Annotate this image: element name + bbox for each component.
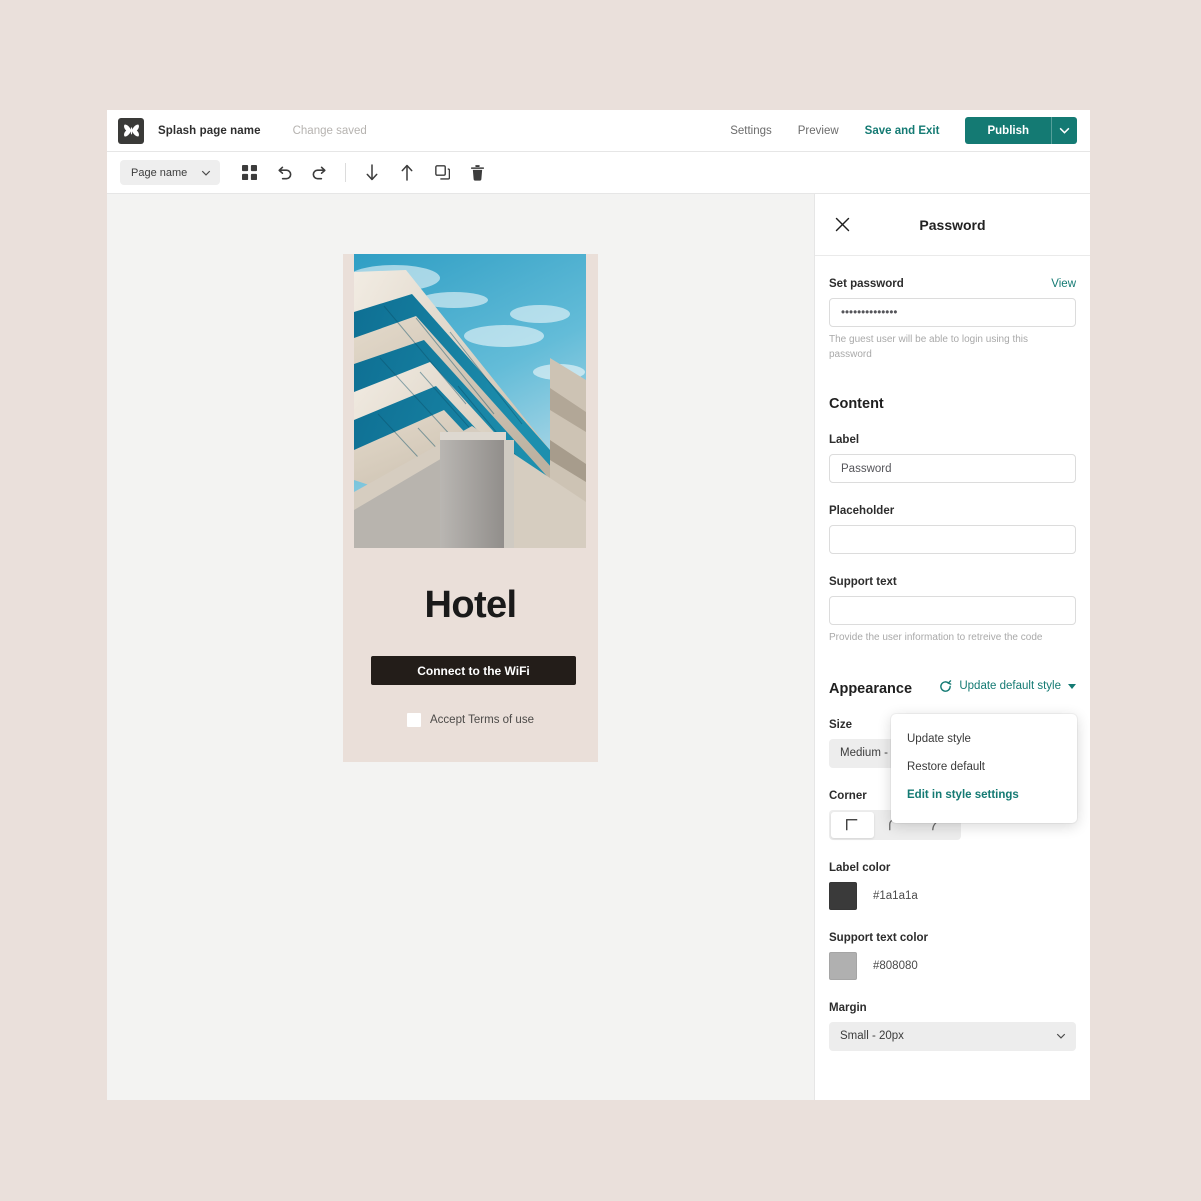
accept-terms-checkbox[interactable] [407, 713, 421, 727]
splash-hero-image[interactable] [354, 254, 586, 548]
appearance-header: Appearance Update default style [829, 679, 1076, 697]
move-up-icon[interactable] [392, 158, 422, 188]
chevron-down-icon [1056, 1033, 1066, 1039]
margin-label: Margin [829, 1001, 867, 1014]
support-text-field-label: Support text [829, 576, 897, 588]
accept-terms-label: Accept Terms of use [430, 714, 534, 726]
label-color-label: Label color [829, 861, 891, 874]
chevron-down-icon [202, 170, 211, 176]
redo-icon[interactable] [304, 158, 334, 188]
settings-link[interactable]: Settings [730, 125, 772, 137]
toolbar-group-edit [234, 158, 334, 188]
content-section-heading: Content [829, 396, 884, 412]
label-color-swatch[interactable] [829, 881, 857, 910]
menu-item-edit-in-style-settings[interactable]: Edit in style settings [891, 781, 1077, 809]
terms-row: Accept Terms of use [343, 713, 598, 727]
panel-title: Password [919, 216, 986, 233]
undo-icon[interactable] [269, 158, 299, 188]
page-name-selector-label: Page name [131, 166, 188, 179]
connect-wifi-button[interactable]: Connect to the WiFi [371, 656, 576, 685]
support-text-field-input[interactable] [829, 596, 1076, 625]
editor-body: Hotel Connect to the WiFi Accept Terms o… [107, 194, 1090, 1100]
update-style-menu: Update style Restore default Edit in sty… [891, 714, 1077, 823]
publish-button[interactable]: Publish [965, 117, 1051, 144]
password-help-text: The guest user will be able to login usi… [829, 334, 1029, 360]
support-text-help: Provide the user information to retreive… [829, 632, 1043, 643]
password-input[interactable] [829, 298, 1076, 327]
support-text-color-swatch[interactable] [829, 951, 857, 980]
splash-heading: Hotel [424, 584, 517, 626]
set-password-label: Set password [829, 278, 904, 290]
view-password-link[interactable]: View [1051, 278, 1076, 290]
support-text-color-label: Support text color [829, 931, 929, 944]
menu-item-restore-default[interactable]: Restore default [891, 753, 1077, 781]
update-default-style-label: Update default style [959, 680, 1061, 692]
label-field-label: Label [829, 434, 860, 446]
support-text-color-row: #808080 [829, 951, 1076, 980]
splash-page-preview[interactable]: Hotel Connect to the WiFi Accept Terms o… [343, 254, 598, 762]
support-text-color-value: #808080 [873, 959, 918, 972]
save-and-exit-link[interactable]: Save and Exit [865, 125, 940, 137]
set-password-header: Set password View [829, 278, 1076, 298]
margin-dropdown[interactable]: Small - 20px [829, 1021, 1076, 1051]
refresh-icon [940, 679, 952, 692]
properties-panel: Password Set password View The guest use… [815, 194, 1090, 1100]
placeholder-field-label: Placeholder [829, 505, 895, 517]
menu-item-update-style[interactable]: Update style [891, 725, 1077, 753]
publish-dropdown-chevron-down-icon[interactable] [1051, 117, 1077, 144]
label-color-value: #1a1a1a [873, 889, 918, 902]
square-corner-icon[interactable] [831, 811, 874, 838]
move-down-icon[interactable] [357, 158, 387, 188]
grid-layout-icon[interactable] [234, 158, 264, 188]
preview-link[interactable]: Preview [798, 125, 839, 137]
building-photo-illustration [354, 254, 586, 548]
placeholder-field-input[interactable] [829, 525, 1076, 554]
app-window: Splash page name Change saved Settings P… [107, 110, 1090, 1100]
toolbar-divider [345, 163, 347, 182]
panel-header: Password [815, 194, 1090, 256]
label-color-row: #1a1a1a [829, 881, 1076, 910]
close-icon[interactable] [831, 214, 853, 236]
save-status: Change saved [292, 124, 367, 137]
publish-button-group: Publish [965, 117, 1077, 144]
size-dropdown-value: Medium - 4 [840, 747, 898, 759]
caret-down-icon [1068, 683, 1076, 689]
header-bar: Splash page name Change saved Settings P… [107, 110, 1090, 152]
canvas-area: Hotel Connect to the WiFi Accept Terms o… [107, 194, 815, 1100]
editor-toolbar: Page name [107, 152, 1090, 194]
duplicate-icon[interactable] [427, 158, 457, 188]
appearance-section-heading: Appearance [829, 680, 913, 697]
butterfly-logo-icon [118, 117, 144, 144]
page-title: Splash page name [158, 124, 261, 137]
toolbar-group-block [357, 158, 492, 188]
page-name-selector[interactable]: Page name [120, 160, 221, 185]
trash-icon[interactable] [462, 158, 492, 188]
margin-dropdown-value: Small - 20px [840, 1030, 904, 1042]
update-default-style-button[interactable]: Update default style [939, 679, 1076, 693]
panel-body: Set password View The guest user will be… [815, 256, 1090, 1100]
label-field-input[interactable] [829, 454, 1076, 483]
